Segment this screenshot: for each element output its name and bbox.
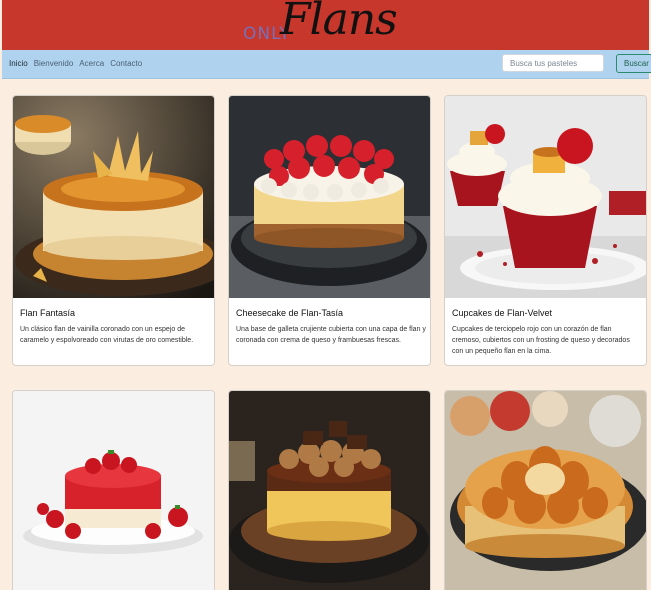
nav-link-contacto[interactable]: Contacto (110, 59, 142, 68)
logo-flans: Flans (280, 0, 398, 45)
chocolate-flan-cake-photo (229, 391, 430, 590)
nav-link-inicio[interactable]: Inicio (9, 59, 28, 68)
strawberry-gelatin-flan-photo (13, 391, 214, 590)
nav-link-acerca[interactable]: Acerca (79, 59, 104, 68)
product-card-flan-fantasia[interactable]: Flan Fantasía Un clásico flan de vainill… (12, 95, 215, 366)
card-title: Cheesecake de Flan-Tasía (236, 308, 344, 318)
card-title: Flan Fantasía (20, 308, 76, 318)
product-card-apple-tart[interactable] (444, 390, 647, 590)
card-title: Cupcakes de Flan-Velvet (452, 308, 553, 318)
search-input[interactable]: Busca tus pasteles (502, 54, 604, 72)
product-card-cupcakes[interactable]: Cupcakes de Flan-Velvet Cupcakes de terc… (444, 95, 647, 366)
cupcakes-flan-velvet-photo (445, 96, 646, 298)
product-card-cheesecake[interactable]: Cheesecake de Flan-Tasía Una base de gal… (228, 95, 431, 366)
card-description: Una base de galleta crujiente cubierta c… (236, 326, 426, 344)
card-description: Cupcakes de terciopelo rojo con un coraz… (452, 326, 630, 355)
search-button[interactable]: Buscar (616, 54, 651, 73)
navbar: Inicio Bienvenido Acerca Contacto Busca … (2, 50, 651, 79)
apple-flan-tart-photo (445, 391, 646, 590)
flan-fantasia-photo (13, 96, 214, 298)
brand-banner: ONLY Flans (2, 0, 649, 50)
nav-links: Inicio Bienvenido Acerca Contacto (9, 59, 142, 68)
nav-link-bienvenido[interactable]: Bienvenido (34, 59, 74, 68)
card-description: Un clásico flan de vainilla coronado con… (20, 326, 194, 344)
cheesecake-flan-photo (229, 96, 430, 298)
product-card-strawberry-flan[interactable] (12, 390, 215, 590)
product-card-chocolate-flan[interactable] (228, 390, 431, 590)
